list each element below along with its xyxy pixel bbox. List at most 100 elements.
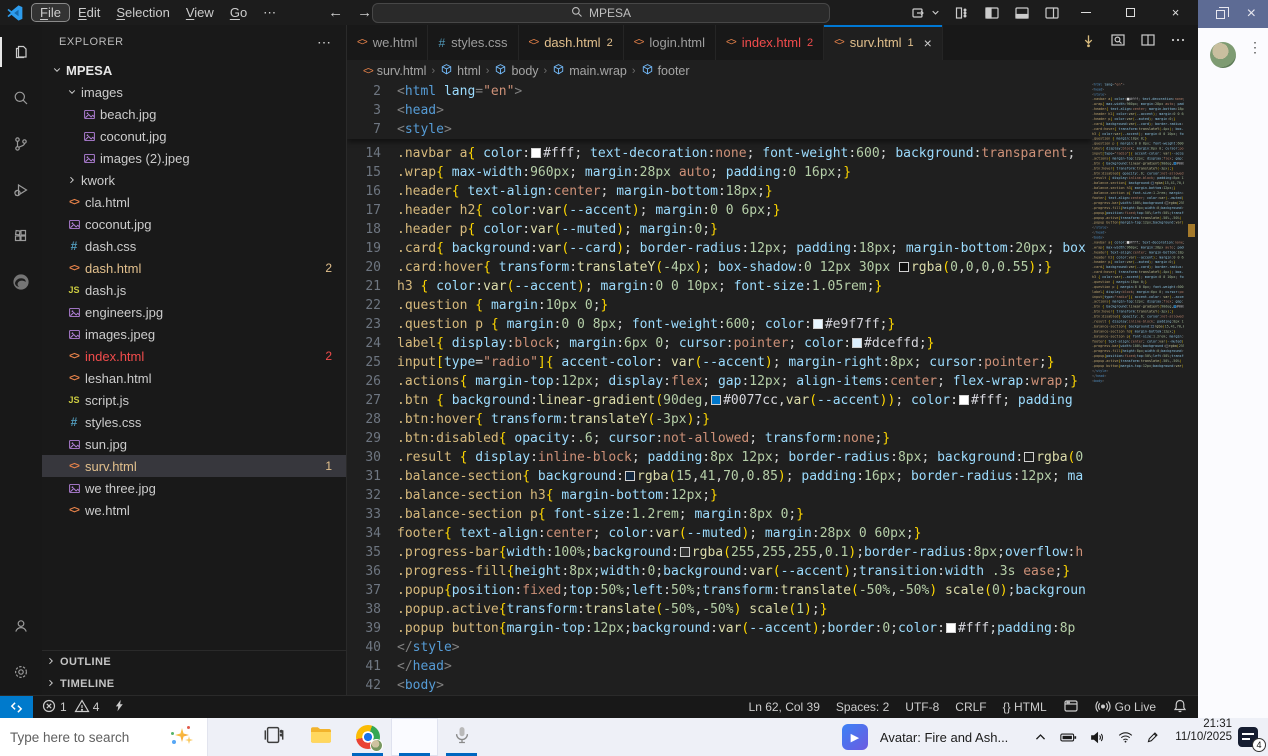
explorer-more-icon[interactable]: ⋯ bbox=[317, 34, 332, 51]
breadcrumb-footer[interactable]: footer bbox=[641, 63, 690, 79]
tab-login.html[interactable]: <> login.html bbox=[623, 25, 717, 60]
taskbar-voice-recorder[interactable] bbox=[438, 718, 485, 756]
arrow-down-icon[interactable] bbox=[1081, 33, 1096, 53]
run-debug-icon[interactable] bbox=[0, 167, 42, 213]
media-session[interactable]: ▶ Avatar: Fire and Ash... bbox=[841, 718, 1008, 756]
open-remote-window-icon[interactable] bbox=[911, 5, 927, 21]
file-index.html[interactable]: <> index.html 2 bbox=[42, 345, 346, 367]
explorer-icon[interactable] bbox=[0, 29, 42, 75]
back-arrow-icon[interactable]: ← bbox=[328, 4, 343, 21]
breadcrumb-main-wrap[interactable]: main.wrap bbox=[552, 63, 627, 79]
section-outline[interactable]: OUTLINE bbox=[42, 651, 346, 673]
file-images.jpeg[interactable]: images.jpeg bbox=[42, 323, 346, 345]
background-window[interactable]: × ⋮ bbox=[1198, 0, 1268, 718]
command-center-search[interactable]: MPESA bbox=[372, 3, 830, 23]
file-dash.js[interactable]: JS dash.js bbox=[42, 279, 346, 301]
pen-icon[interactable] bbox=[1146, 731, 1159, 744]
remote-indicator[interactable] bbox=[0, 696, 33, 718]
taskbar-task-view[interactable] bbox=[250, 718, 297, 756]
notification-center[interactable]: 4 bbox=[1238, 724, 1266, 752]
status-spaces-2[interactable]: Spaces: 2 bbox=[836, 700, 889, 714]
breadcrumb-surv-html[interactable]: <> surv.html bbox=[363, 64, 426, 78]
file-we.html[interactable]: <> we.html bbox=[42, 499, 346, 521]
file-images-(2).jpeg[interactable]: images (2).jpeg bbox=[42, 147, 346, 169]
code-editor[interactable]: 2 <html lang="en"> 3 <head> 7 <style> 14 .navb… bbox=[347, 82, 1198, 695]
restore-icon[interactable] bbox=[1215, 6, 1229, 19]
file-we-three.jpg[interactable]: we three.jpg bbox=[42, 477, 346, 499]
status--html[interactable]: {} HTML bbox=[1003, 700, 1047, 714]
split-search-icon[interactable] bbox=[1110, 32, 1126, 53]
kebab-menu-icon[interactable]: ⋮ bbox=[1248, 40, 1262, 54]
tab-dash.html[interactable]: <> dash.html 2 bbox=[518, 25, 624, 60]
file-dash.css[interactable]: # dash.css bbox=[42, 235, 346, 257]
file-coconut.jpg[interactable]: coconut.jpg bbox=[42, 125, 346, 147]
problems-indicator[interactable]: 14 bbox=[33, 698, 107, 717]
toggle-sidebar-icon[interactable] bbox=[984, 5, 1000, 21]
breadcrumb-html[interactable]: html bbox=[440, 63, 481, 79]
taskbar-search[interactable]: Type here to search bbox=[0, 718, 208, 756]
volume-icon[interactable] bbox=[1090, 731, 1105, 744]
browser-icon[interactable] bbox=[1063, 698, 1079, 717]
file-styles.css[interactable]: # styles.css bbox=[42, 411, 346, 433]
breadcrumb-body[interactable]: body bbox=[494, 63, 539, 79]
source-control-icon[interactable] bbox=[0, 121, 42, 167]
search-icon[interactable] bbox=[0, 75, 42, 121]
account-icon[interactable] bbox=[0, 603, 42, 649]
status-go-live[interactable]: Go Live bbox=[1095, 698, 1156, 717]
wifi-icon[interactable] bbox=[1118, 731, 1133, 744]
folder-mpesa[interactable]: MPESA bbox=[42, 59, 346, 81]
tab-index.html[interactable]: <> index.html 2 bbox=[716, 25, 825, 60]
menu-edit[interactable]: Edit bbox=[70, 4, 108, 21]
menu-more-icon[interactable]: ⋯ bbox=[255, 5, 284, 21]
maximize-button[interactable] bbox=[1108, 0, 1153, 25]
status-crlf[interactable]: CRLF bbox=[955, 700, 986, 714]
dropdown-chevron-icon[interactable] bbox=[931, 8, 940, 17]
folder-kwork[interactable]: kwork bbox=[42, 169, 346, 191]
folder-images[interactable]: images bbox=[42, 81, 346, 103]
taskbar-file-explorer[interactable] bbox=[297, 718, 344, 756]
tab-surv.html[interactable]: <> surv.html 1 × bbox=[824, 25, 943, 60]
taskbar-clock[interactable]: 21:31 11/10/2025 bbox=[1175, 718, 1232, 756]
minimize-button[interactable] bbox=[1063, 0, 1108, 25]
zap-icon[interactable] bbox=[113, 699, 126, 715]
file-script.js[interactable]: JS script.js bbox=[42, 389, 346, 411]
file-surv.html[interactable]: <> surv.html 1 bbox=[42, 455, 346, 477]
file-sun.jpg[interactable]: sun.jpg bbox=[42, 433, 346, 455]
tab-we.html[interactable]: <> we.html bbox=[347, 25, 429, 60]
file-beach.jpg[interactable]: beach.jpg bbox=[42, 103, 346, 125]
menu-selection[interactable]: Selection bbox=[108, 4, 177, 21]
overview-ruler[interactable] bbox=[1184, 82, 1198, 695]
battery-icon[interactable] bbox=[1060, 731, 1077, 744]
menu-view[interactable]: View bbox=[178, 4, 222, 21]
close-icon[interactable]: × bbox=[1247, 5, 1256, 23]
bell-icon[interactable] bbox=[1172, 698, 1188, 717]
avatar[interactable] bbox=[1210, 42, 1236, 68]
close-button[interactable]: × bbox=[1153, 0, 1198, 25]
chevron-up-icon[interactable] bbox=[1034, 731, 1047, 744]
more-actions-icon[interactable] bbox=[1170, 32, 1186, 53]
line-number: 30 bbox=[365, 450, 381, 465]
customize-layout-icon[interactable] bbox=[954, 5, 970, 21]
status-utf-8[interactable]: UTF-8 bbox=[905, 700, 939, 714]
file-engineers.jpg[interactable]: engineers.jpg bbox=[42, 301, 346, 323]
menu-file[interactable]: File bbox=[31, 3, 70, 22]
file-coconut.jpg[interactable]: coconut.jpg bbox=[42, 213, 346, 235]
file-leshan.html[interactable]: <> leshan.html bbox=[42, 367, 346, 389]
minimap[interactable]: <html lang="en"> <head> <style> .navbar a{ … bbox=[1092, 82, 1184, 695]
section-timeline[interactable]: TIMELINE bbox=[42, 673, 346, 695]
settings-icon[interactable] bbox=[0, 649, 42, 695]
taskbar-vscode[interactable] bbox=[391, 718, 438, 756]
file-dash.html[interactable]: <> dash.html 2 bbox=[42, 257, 346, 279]
tab-close-icon[interactable]: × bbox=[924, 35, 932, 51]
split-editor-icon[interactable] bbox=[1140, 32, 1156, 53]
taskbar-chrome[interactable] bbox=[344, 718, 391, 756]
toggle-panel-icon[interactable] bbox=[1014, 5, 1030, 21]
toggle-secondary-sidebar-icon[interactable] bbox=[1044, 5, 1060, 21]
menu-go[interactable]: Go bbox=[222, 4, 255, 21]
extensions-icon[interactable] bbox=[0, 213, 42, 259]
status-ln-62-col-39[interactable]: Ln 62, Col 39 bbox=[749, 700, 820, 714]
forward-arrow-icon[interactable]: → bbox=[357, 4, 372, 21]
file-cla.html[interactable]: <> cla.html bbox=[42, 191, 346, 213]
tab-styles.css[interactable]: # styles.css bbox=[428, 25, 519, 60]
edge-tools-icon[interactable] bbox=[0, 259, 42, 305]
